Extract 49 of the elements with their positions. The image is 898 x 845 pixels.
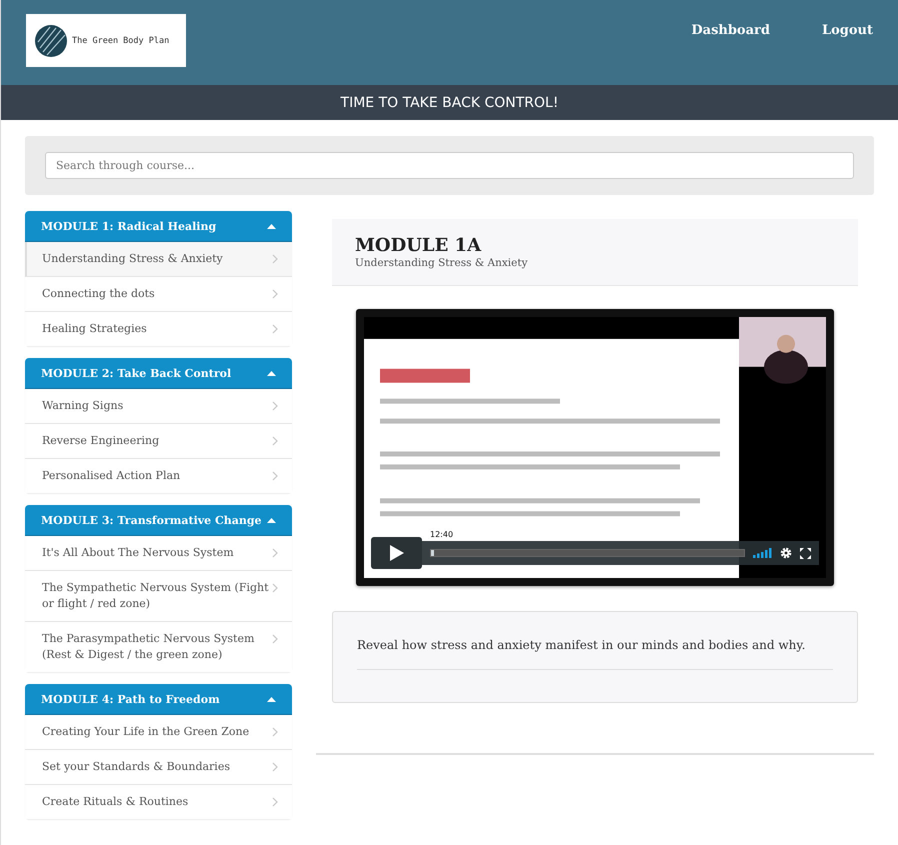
- chevron-right-icon: [272, 634, 278, 644]
- module-header[interactable]: MODULE 3: Transformative Change: [25, 505, 292, 536]
- chevron-right-icon: [272, 762, 278, 772]
- lesson-item[interactable]: The Parasympathetic Nervous System (Rest & Digest / the green zone): [25, 622, 292, 672]
- search-field[interactable]: Search through course...: [45, 152, 854, 179]
- module-title: MODULE 2: Take Back Control: [41, 366, 232, 380]
- lesson-description: Reveal how stress and anxiety manifest in our minds and bodies and why.: [357, 638, 806, 652]
- lesson-item[interactable]: The Sympathetic Nervous System (Fight or flight / red zone): [25, 571, 292, 622]
- chevron-right-icon: [272, 548, 278, 558]
- module-title: MODULE 3: Transformative Change: [41, 514, 262, 526]
- play-icon: [390, 545, 404, 561]
- lesson-subtitle: Understanding Stress & Anxiety: [355, 257, 529, 269]
- lesson-item[interactable]: Creating Your Life in the Green Zone: [25, 715, 292, 750]
- module-header[interactable]: MODULE 2: Take Back Control: [25, 358, 292, 389]
- lesson-item[interactable]: Connecting the dots: [25, 277, 292, 312]
- chevron-right-icon: [272, 289, 278, 299]
- settings-icon[interactable]: [780, 547, 792, 559]
- chevron-right-icon: [272, 324, 278, 334]
- module-header[interactable]: MODULE 4: Path to Freedom: [25, 684, 292, 715]
- lesson-title: MODULE 1A: [355, 235, 482, 256]
- progress-track[interactable]: [430, 549, 745, 557]
- module-title: MODULE 4: Path to Freedom: [41, 692, 220, 706]
- lesson-item[interactable]: Personalised Action Plan: [25, 459, 292, 493]
- lesson-item[interactable]: Reverse Engineering: [25, 424, 292, 459]
- video-player[interactable]: 12:40: [356, 309, 834, 586]
- lesson-item[interactable]: Understanding Stress & Anxiety: [25, 242, 292, 277]
- chevron-right-icon: [272, 797, 278, 807]
- chevron-right-icon: [272, 436, 278, 446]
- chevron-right-icon: [272, 583, 278, 593]
- lesson-item[interactable]: Create Rituals & Routines: [25, 785, 292, 819]
- lesson-item[interactable]: Warning Signs: [25, 389, 292, 424]
- module-header[interactable]: MODULE 1: Radical Healing: [25, 211, 292, 242]
- nav-link[interactable]: Logout: [822, 23, 873, 38]
- lesson-item[interactable]: It's All About The Nervous System: [25, 536, 292, 571]
- play-button[interactable]: [371, 537, 422, 569]
- chevron-right-icon: [272, 254, 278, 264]
- volume-icon[interactable]: [753, 548, 772, 558]
- logo[interactable]: The Green Body Plan: [26, 14, 186, 67]
- lesson-item[interactable]: Set your Standards & Boundaries: [25, 750, 292, 785]
- hatched-ball-icon: [34, 24, 68, 58]
- fullscreen-icon[interactable]: [800, 548, 811, 558]
- chevron-right-icon: [272, 727, 278, 737]
- banner-text: TIME TO TAKE BACK CONTROL!: [340, 94, 558, 110]
- module-title: MODULE 1: Radical Healing: [41, 220, 216, 232]
- logo-text: The Green Body Plan: [72, 36, 170, 46]
- chevron-right-icon: [272, 401, 278, 411]
- chevron-right-icon: [272, 471, 278, 481]
- nav-link[interactable]: Dashboard: [691, 23, 770, 38]
- lesson-item[interactable]: Healing Strategies: [25, 312, 292, 346]
